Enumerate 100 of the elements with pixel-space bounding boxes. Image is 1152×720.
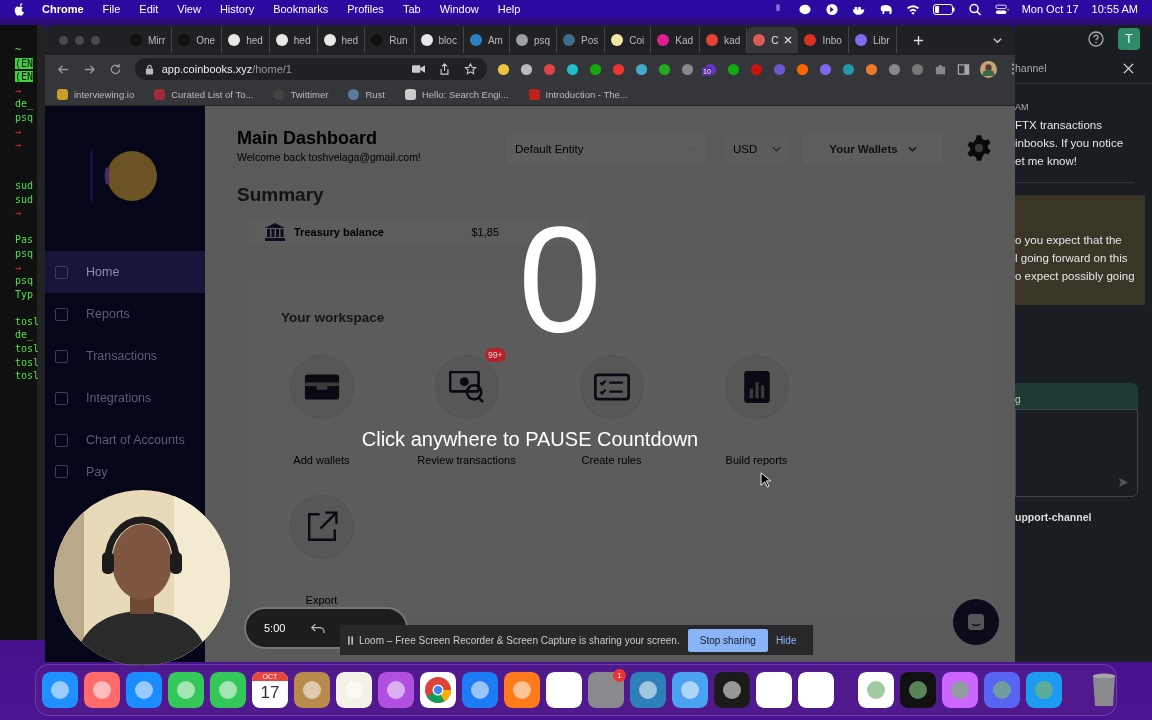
sidebar-item[interactable]: Home xyxy=(45,251,205,293)
browser-tab[interactable]: psq xyxy=(509,27,558,53)
menu-item[interactable]: View xyxy=(177,3,201,15)
app-icon[interactable] xyxy=(210,672,246,708)
camera-icon[interactable] xyxy=(412,63,425,75)
app-icon[interactable] xyxy=(714,672,750,708)
extension-icon[interactable] xyxy=(635,62,648,76)
menu-item[interactable]: Help xyxy=(497,3,521,15)
message-field[interactable] xyxy=(1015,409,1138,497)
share-icon[interactable] xyxy=(438,63,451,75)
undo-icon[interactable] xyxy=(311,622,326,634)
app-icon[interactable] xyxy=(504,672,540,708)
extension-icon[interactable] xyxy=(612,62,625,76)
browser-tab[interactable]: One xyxy=(172,27,223,53)
browser-tab[interactable]: hed xyxy=(222,27,270,53)
app-icon[interactable] xyxy=(546,672,582,708)
extension-icon[interactable] xyxy=(658,62,671,76)
user-avatar[interactable]: T xyxy=(1118,28,1140,50)
bookmark-link[interactable]: Introduction - The... xyxy=(528,88,628,100)
browser-tab[interactable]: Coi xyxy=(605,27,652,53)
bookmark-link[interactable]: interviewing.io xyxy=(57,88,135,100)
app-icon[interactable] xyxy=(294,672,330,708)
browser-tab[interactable]: Kad xyxy=(651,27,701,53)
browser-tab[interactable]: Mirr xyxy=(124,27,173,53)
stop-sharing-button[interactable]: Stop sharing xyxy=(687,628,768,652)
menu-item[interactable]: History xyxy=(219,3,255,15)
new-tab-icon[interactable] xyxy=(912,34,924,46)
chat-bubble-icon[interactable] xyxy=(797,2,812,16)
control-center-icon[interactable] xyxy=(994,2,1009,16)
app-icon[interactable] xyxy=(126,672,162,708)
close-icon[interactable] xyxy=(1123,62,1134,74)
browser-tab[interactable]: C xyxy=(747,27,799,53)
menu-item[interactable]: Window xyxy=(439,3,479,15)
extension-icon[interactable] xyxy=(566,62,579,76)
extension-icon[interactable] xyxy=(819,62,832,76)
circle-icon[interactable] xyxy=(824,2,839,16)
app-icon[interactable] xyxy=(168,672,204,708)
extension-icon[interactable] xyxy=(842,62,855,76)
menu-item[interactable]: Edit xyxy=(139,3,159,15)
address-bar[interactable]: app.coinbooks.xyz/home/1 xyxy=(134,58,487,80)
app-icon[interactable] xyxy=(798,672,834,708)
menu-app-name[interactable]: Chrome xyxy=(42,3,84,15)
app-icon[interactable] xyxy=(462,672,498,708)
extension-icon[interactable] xyxy=(727,62,740,76)
browser-tab[interactable]: hed xyxy=(317,27,366,53)
browser-tab[interactable]: Inbo xyxy=(798,27,849,53)
app-icon[interactable] xyxy=(672,672,708,708)
elephant-icon[interactable] xyxy=(878,2,893,16)
workspace-tile-button[interactable] xyxy=(290,356,353,418)
bookmark-link[interactable]: Curated List of To... xyxy=(154,88,254,100)
menu-item[interactable]: Bookmarks xyxy=(273,3,329,15)
app-icon[interactable] xyxy=(336,672,372,708)
close-tab-icon[interactable] xyxy=(784,36,793,44)
app-icon[interactable] xyxy=(756,672,792,708)
menu-item[interactable]: Tab xyxy=(402,3,421,15)
battery-icon[interactable] xyxy=(932,3,955,15)
menu-date[interactable]: Mon Oct 17 xyxy=(1021,3,1079,15)
search-icon[interactable] xyxy=(967,2,982,16)
app-icon[interactable] xyxy=(42,672,78,708)
apple-logo-icon[interactable] xyxy=(14,2,26,16)
help-icon[interactable] xyxy=(1088,31,1104,47)
menu-item[interactable]: Profiles xyxy=(347,3,384,15)
extension-icon[interactable] xyxy=(589,62,602,76)
app-icon[interactable] xyxy=(630,672,666,708)
workspace-tile-button[interactable] xyxy=(290,496,353,558)
workspace-tile-button[interactable] xyxy=(580,356,643,418)
browser-tab[interactable]: Libr xyxy=(848,27,897,53)
app-icon[interactable] xyxy=(84,672,120,708)
app-icon[interactable] xyxy=(378,672,414,708)
menu-time[interactable]: 10:55 AM xyxy=(1091,3,1138,15)
settings-app-icon[interactable]: 1 xyxy=(588,672,624,708)
reload-icon[interactable] xyxy=(108,62,122,76)
browser-tab[interactable]: hed xyxy=(269,27,318,53)
extension-icon[interactable] xyxy=(520,62,533,76)
chrome-app-icon[interactable] xyxy=(420,672,456,708)
extension-icon[interactable] xyxy=(681,62,694,76)
browser-tab[interactable]: Run xyxy=(365,27,415,53)
extension-icon[interactable] xyxy=(497,62,510,76)
bookmark-link[interactable]: Rust xyxy=(348,88,385,100)
workspace-tile-button[interactable] xyxy=(725,356,788,418)
side-panel-icon[interactable] xyxy=(957,62,970,76)
wifi-icon[interactable] xyxy=(905,2,920,16)
app-icon[interactable] xyxy=(858,672,894,708)
star-icon[interactable] xyxy=(464,63,477,75)
extension-icon[interactable] xyxy=(796,62,809,76)
channel-name[interactable]: upport-channel xyxy=(1015,511,1152,523)
profile-avatar-icon[interactable] xyxy=(980,60,997,78)
more-menu-icon[interactable] xyxy=(1011,63,1015,75)
bookmark-link[interactable]: Hello: Search Engi... xyxy=(404,88,509,100)
extension-icon[interactable] xyxy=(865,62,878,76)
browser-tab[interactable]: Am xyxy=(463,27,510,53)
hide-button[interactable]: Hide xyxy=(767,634,797,646)
settings-icon[interactable] xyxy=(965,134,993,162)
extension-icon[interactable] xyxy=(888,62,901,76)
app-icon[interactable] xyxy=(900,672,936,708)
browser-tab[interactable]: Pos xyxy=(557,27,606,53)
countdown-hint[interactable]: Click anywhere to PAUSE Countdown xyxy=(345,428,715,451)
menu-item[interactable]: File xyxy=(102,3,121,15)
bookmark-link[interactable]: Twittimer xyxy=(273,88,329,100)
browser-tab[interactable]: bloc xyxy=(414,27,464,53)
